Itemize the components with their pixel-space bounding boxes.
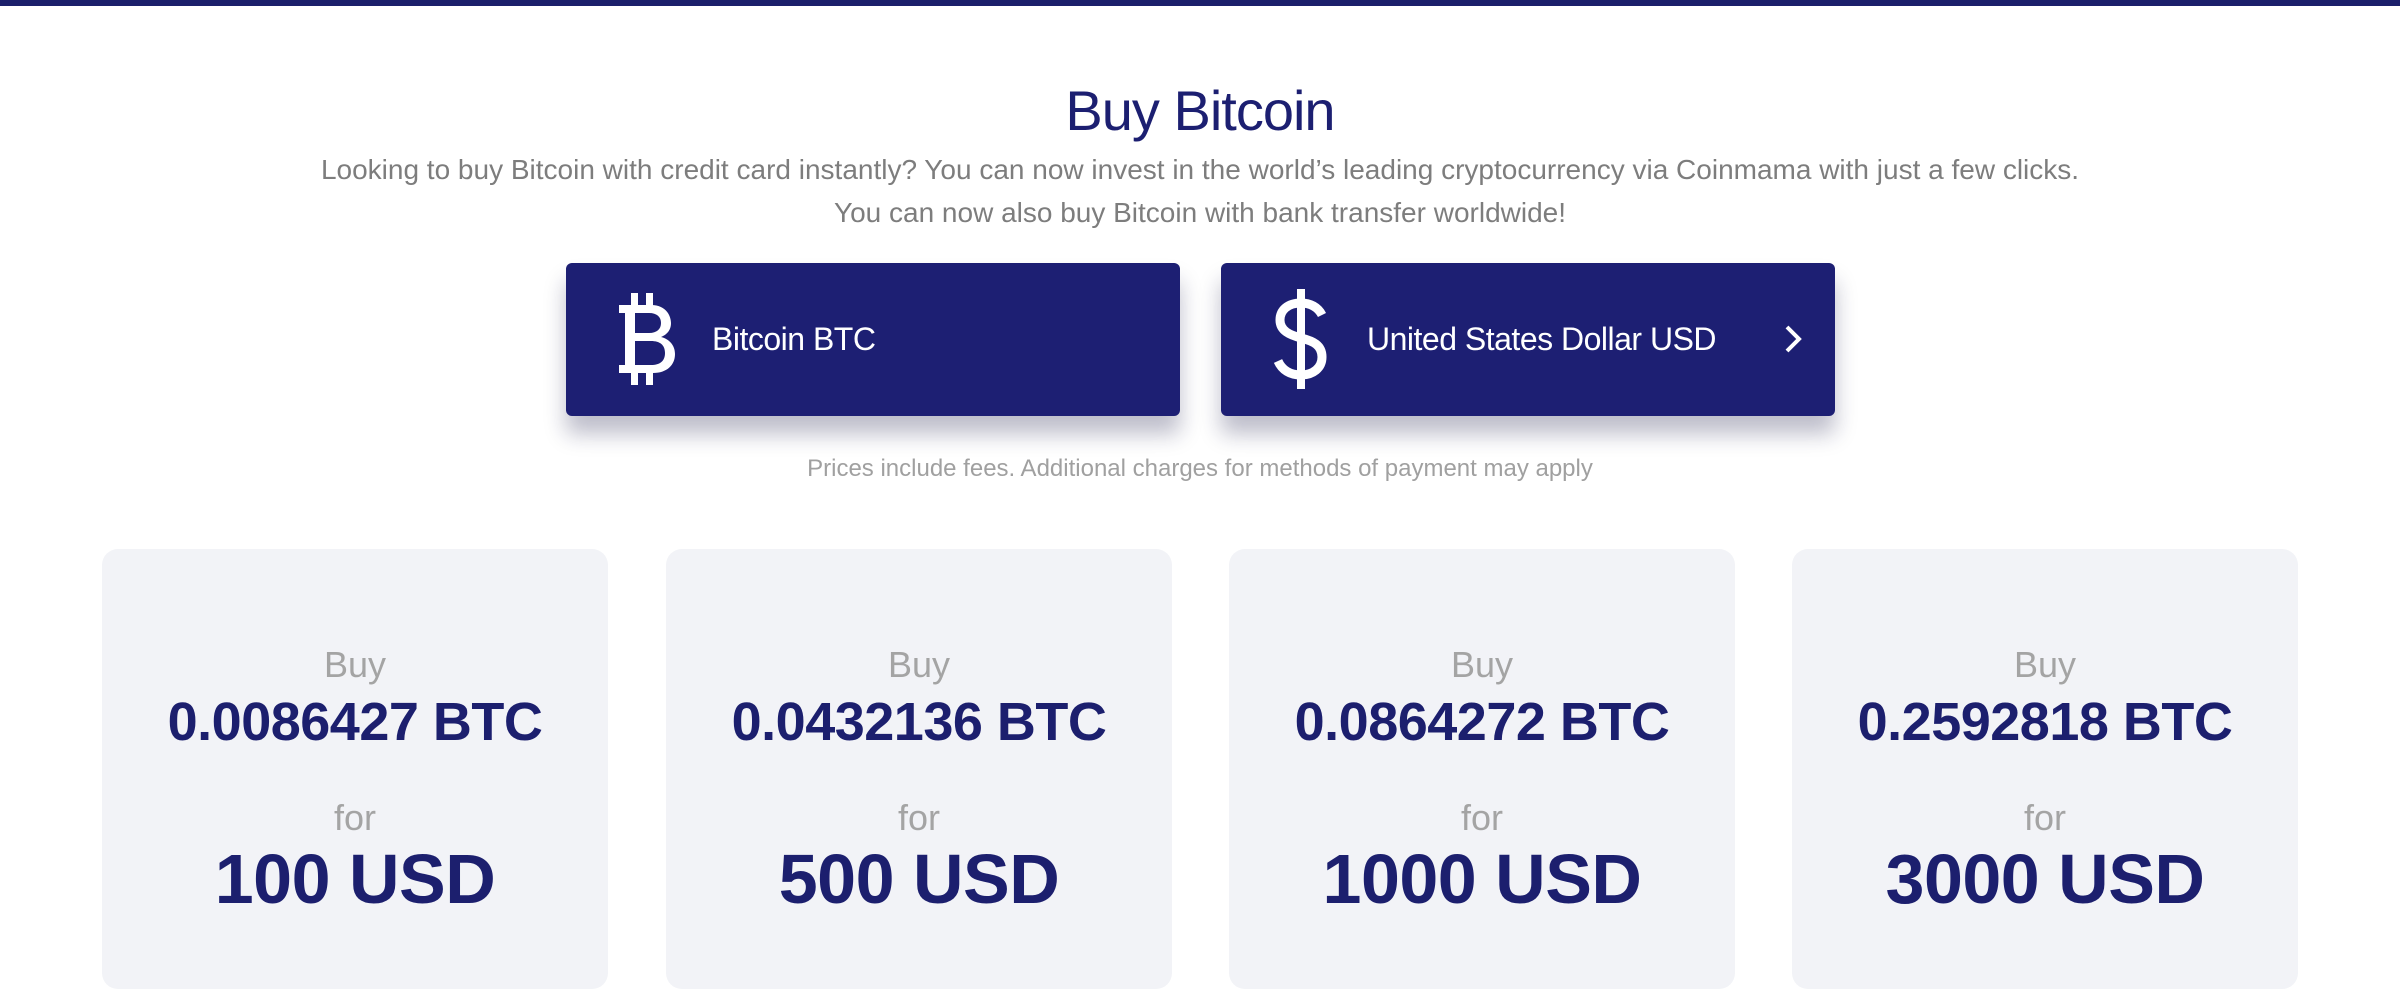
dollar-icon: [1266, 287, 1336, 391]
offer-for-label: for: [1460, 797, 1503, 838]
offer-price: 500 USD: [778, 840, 1060, 918]
offer-buy-label: Buy: [1450, 644, 1514, 685]
fiat-selector-button[interactable]: United States Dollar USD: [1221, 263, 1835, 416]
offer-buy-label: Buy: [2013, 644, 2077, 685]
offer-price: 100 USD: [214, 840, 496, 918]
offer-for-label: for: [333, 797, 376, 838]
fees-note: Prices include fees. Additional charges …: [807, 455, 1593, 482]
offer-price: 1000 USD: [1322, 840, 1642, 918]
top-accent-bar: [0, 0, 2400, 6]
offer-card[interactable]: Buy 0.0086427 BTC for 100 USD: [102, 549, 608, 989]
intro-line-1: Looking to buy Bitcoin with credit card …: [320, 154, 2080, 185]
offer-cards: Buy 0.0086427 BTC for 100 USD Buy 0.0432…: [0, 549, 2400, 989]
fiat-selector-label: United States Dollar USD: [1367, 321, 1717, 357]
offer-card[interactable]: Buy 0.2592818 BTC for 3000 USD: [1792, 549, 2298, 989]
offer-buy-label: Buy: [887, 644, 951, 685]
offer-card[interactable]: Buy 0.0864272 BTC for 1000 USD: [1229, 549, 1735, 989]
offer-amount: 0.2592818 BTC: [1857, 692, 2233, 752]
offer-card[interactable]: Buy 0.0432136 BTC for 500 USD: [666, 549, 1172, 989]
offer-price: 3000 USD: [1885, 840, 2205, 918]
offer-amount: 0.0432136 BTC: [731, 692, 1107, 752]
offer-for-label: for: [2023, 797, 2066, 838]
page-title: Buy Bitcoin: [1065, 78, 1335, 142]
crypto-selector-button[interactable]: Bitcoin BTC: [566, 263, 1180, 416]
crypto-selector-label: Bitcoin BTC: [712, 321, 876, 357]
chevron-right-icon: [1781, 323, 1805, 355]
offer-for-label: for: [897, 797, 940, 838]
intro-line-2: You can now also buy Bitcoin with bank t…: [833, 197, 1567, 228]
offer-amount: 0.0864272 BTC: [1294, 692, 1670, 752]
offer-amount: 0.0086427 BTC: [167, 692, 543, 752]
offer-buy-label: Buy: [323, 644, 387, 685]
intro-text: Looking to buy Bitcoin with credit card …: [200, 148, 2200, 234]
bitcoin-icon: [611, 287, 681, 391]
